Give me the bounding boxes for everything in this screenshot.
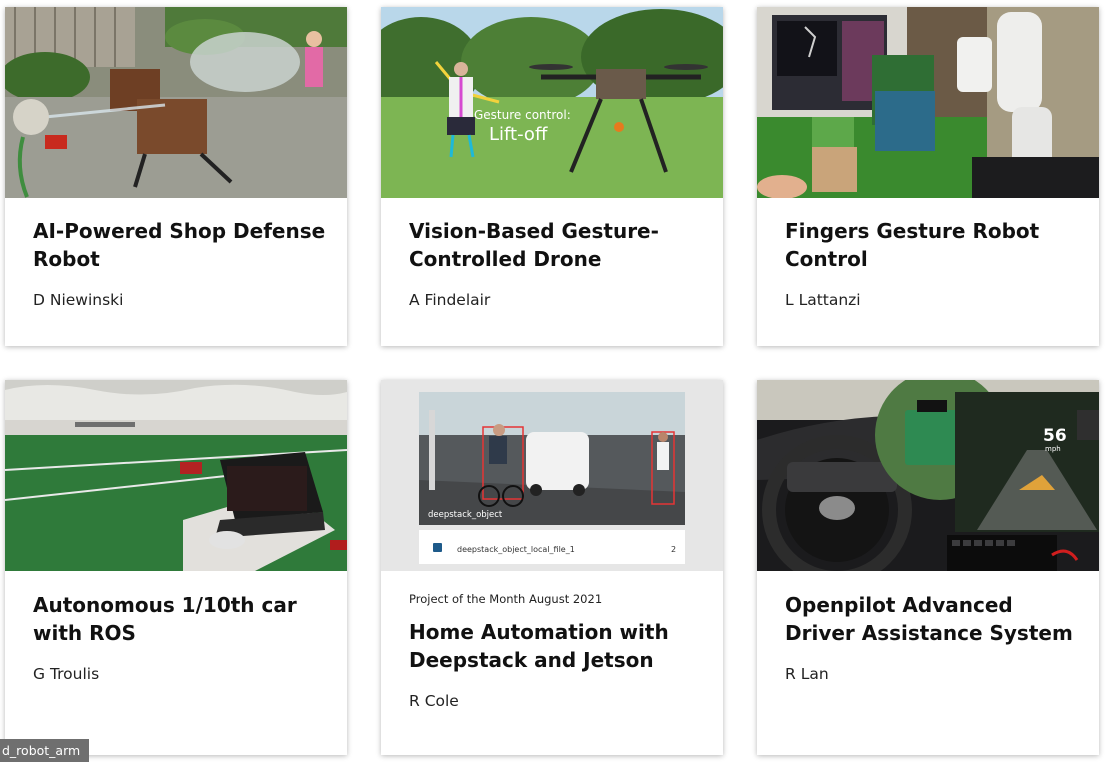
detection-label-text: deepstack_object <box>428 510 503 520</box>
project-title[interactable]: Vision-Based Gesture-Controlled Drone <box>409 217 707 273</box>
project-card-openpilot-adas[interactable]: 56 mph Openpilot Advanced Driver Assista… <box>757 380 1099 755</box>
project-thumbnail[interactable] <box>5 7 347 198</box>
project-of-the-month-label: Project of the Month August 2021 <box>409 592 603 606</box>
project-card-fingers-gesture-robot[interactable]: Fingers Gesture Robot Control L Lattanzi <box>757 7 1099 346</box>
project-thumbnail[interactable]: 56 mph <box>757 380 1099 571</box>
project-author: G Troulis <box>33 665 100 683</box>
gesture-action-text: Lift-off <box>489 124 548 145</box>
project-title[interactable]: Openpilot Advanced Driver Assistance Sys… <box>785 591 1083 647</box>
project-thumbnail[interactable] <box>5 380 347 571</box>
project-card-shop-defense-robot[interactable]: AI-Powered Shop Defense Robot D Niewinsk… <box>5 7 347 346</box>
speed-readout-text: 56 <box>1043 426 1067 446</box>
gesture-caption-text: Gesture control: <box>474 108 571 122</box>
file-count-text: 2 <box>671 545 676 554</box>
project-thumbnail[interactable]: deepstack_object deepstack_object_local_… <box>381 380 723 571</box>
file-name-text: deepstack_object_local_file_1 <box>457 545 575 554</box>
project-card-gesture-drone[interactable]: Gesture control: Lift-off Vision-Based G… <box>381 7 723 346</box>
project-author: D Niewinski <box>33 291 124 309</box>
project-author: A Findelair <box>409 291 491 309</box>
project-author: L Lattanzi <box>785 291 861 309</box>
project-title[interactable]: Fingers Gesture Robot Control <box>785 217 1083 273</box>
project-card-home-automation-deepstack[interactable]: deepstack_object deepstack_object_local_… <box>381 380 723 755</box>
project-card-autonomous-car-ros[interactable]: Autonomous 1/10th car with ROS G Troulis <box>5 380 347 755</box>
project-thumbnail[interactable] <box>757 7 1099 198</box>
speed-unit-text: mph <box>1045 445 1061 453</box>
project-title[interactable]: Autonomous 1/10th car with ROS <box>33 591 331 647</box>
project-title[interactable]: Home Automation with Deepstack and Jetso… <box>409 618 707 674</box>
project-author: R Cole <box>409 692 459 710</box>
project-author: R Lan <box>785 665 829 683</box>
link-tooltip: d_robot_arm <box>0 739 89 762</box>
project-title[interactable]: AI-Powered Shop Defense Robot <box>33 217 331 273</box>
project-thumbnail[interactable]: Gesture control: Lift-off <box>381 7 723 198</box>
